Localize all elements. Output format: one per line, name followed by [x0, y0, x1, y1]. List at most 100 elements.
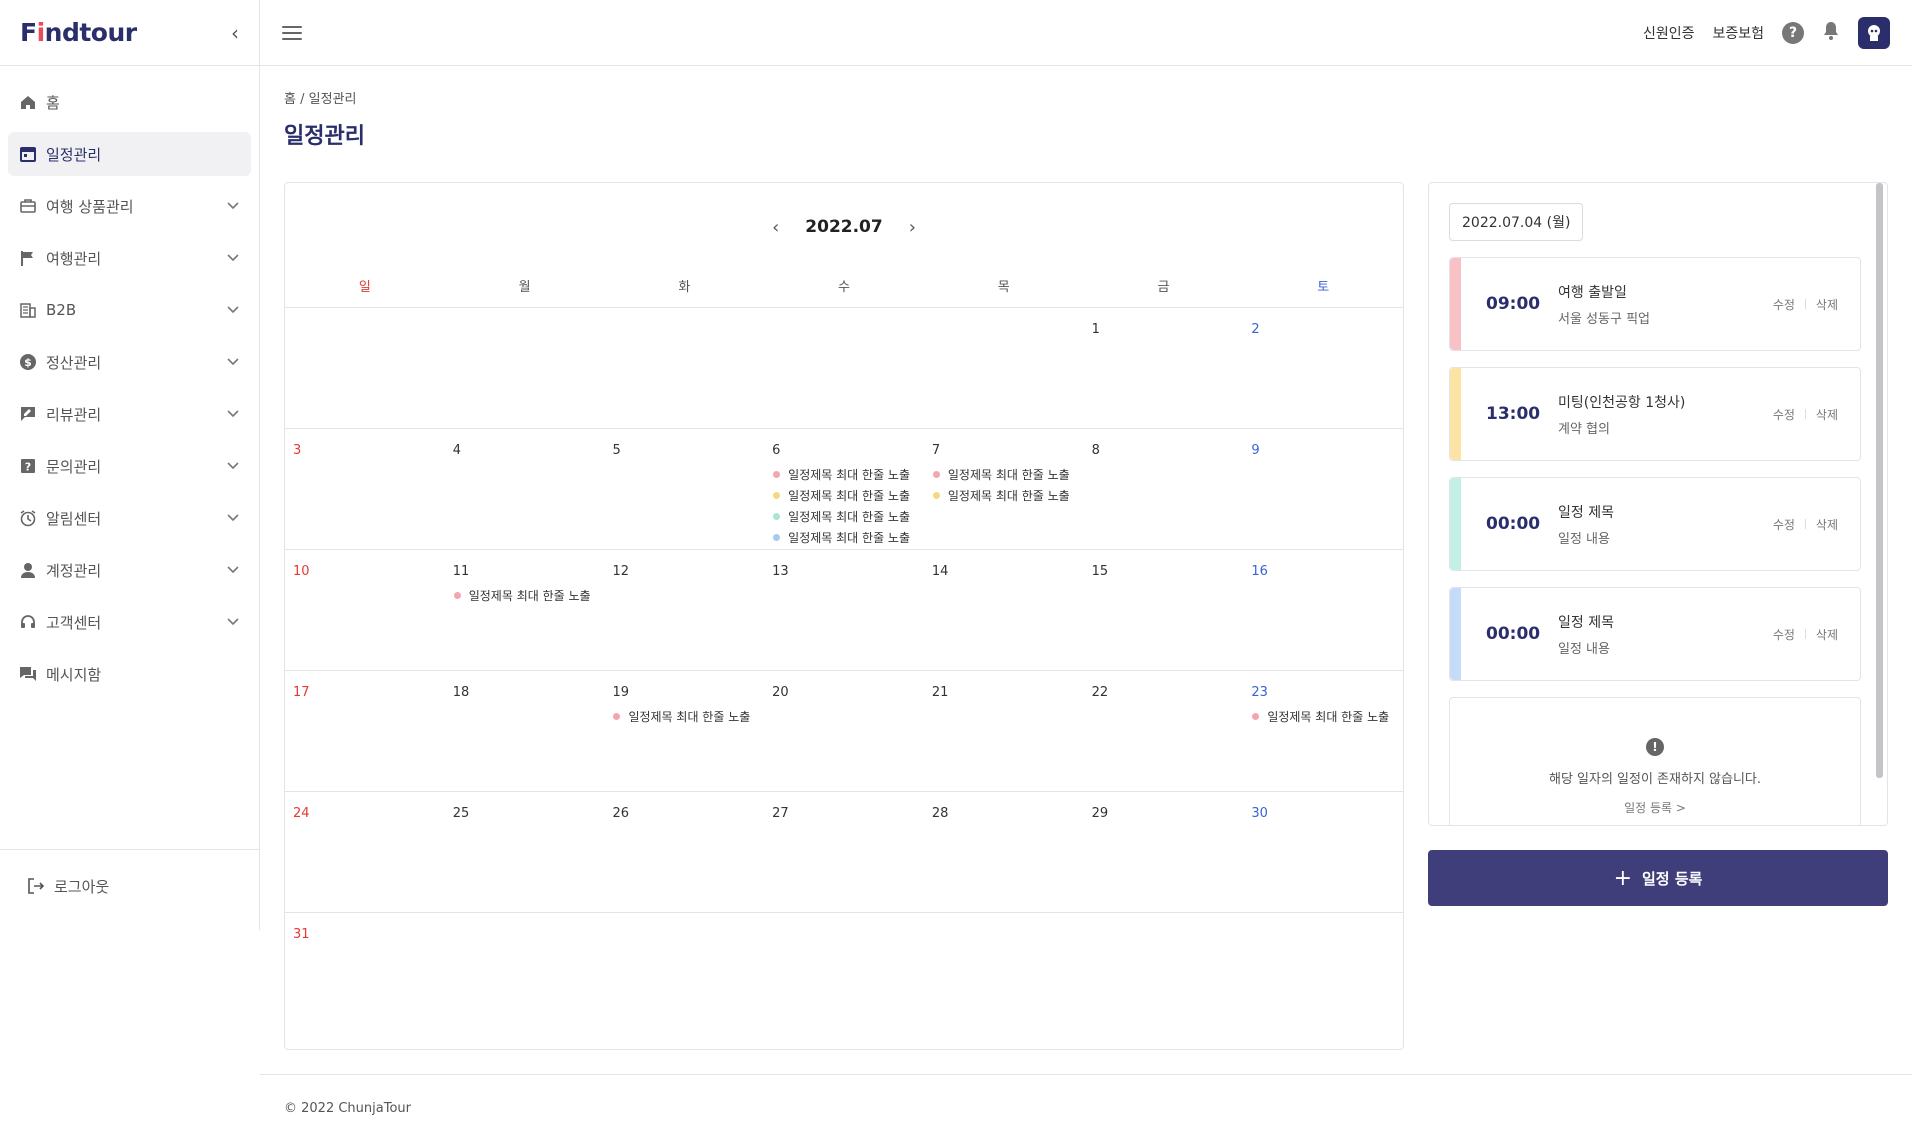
delete-button[interactable]: 삭제 — [1816, 626, 1838, 643]
calendar-day[interactable]: 24 — [285, 792, 445, 912]
edit-button[interactable]: 수정 — [1773, 626, 1795, 643]
calendar-day[interactable]: 6 일정제목 최대 한줄 노출 일정제목 최대 한줄 노출 일정제목 최대 한줄 노출… — [764, 429, 924, 549]
action-divider — [1804, 519, 1806, 529]
logout-button[interactable]: 로그아웃 — [16, 864, 243, 908]
calendar-day[interactable]: 22 — [1084, 671, 1244, 791]
schedule-card[interactable]: 13:00 미팅(인천공항 1청사) 계약 협의 수정 삭제 — [1449, 367, 1861, 461]
calendar-day[interactable]: 9 — [1243, 429, 1403, 549]
calendar-day[interactable]: 28 — [924, 792, 1084, 912]
edit-button[interactable]: 수정 — [1773, 406, 1795, 423]
calendar-day[interactable]: 15 — [1084, 550, 1244, 670]
empty-schedule-register-link[interactable]: 일정 등록 > — [1624, 799, 1686, 816]
chevron-down-icon[interactable] — [225, 303, 241, 318]
guarantee-insurance-link[interactable]: 보증보험 — [1712, 23, 1764, 43]
calendar-day[interactable]: 5 — [604, 429, 764, 549]
collapse-sidebar-icon[interactable]: ‹ — [231, 21, 239, 45]
day-number: 26 — [612, 806, 629, 821]
chevron-down-icon[interactable] — [225, 615, 241, 630]
calendar-day[interactable]: 25 — [445, 792, 605, 912]
calendar-event[interactable]: 일정제목 최대 한줄 노출 — [612, 706, 756, 727]
calendar-day[interactable]: 20 — [764, 671, 924, 791]
chevron-down-icon[interactable] — [225, 511, 241, 526]
sidebar-item-3[interactable]: 여행관리 — [8, 236, 251, 280]
event-title: 일정제목 최대 한줄 노출 — [628, 710, 751, 724]
day-number: 11 — [452, 564, 470, 579]
day-number: 22 — [1091, 685, 1109, 700]
calendar-day[interactable]: 31 — [285, 913, 445, 1034]
sidebar-item-6[interactable]: 리뷰관리 — [8, 392, 251, 436]
schedule-color-bar — [1450, 478, 1461, 570]
bell-icon[interactable] — [1822, 21, 1840, 45]
calendar-event[interactable]: 일정제목 최대 한줄 노출 — [772, 464, 916, 485]
calendar-day[interactable]: 8 — [1084, 429, 1244, 549]
breadcrumb: 홈 / 일정관리 — [284, 88, 356, 107]
calendar-day[interactable]: 23 일정제목 최대 한줄 노출 — [1243, 671, 1403, 791]
sidebar-item-2[interactable]: 여행 상품관리 — [8, 184, 251, 228]
sidebar-nav: 홈일정관리여행 상품관리여행관리 B2B $ 정산관리리뷰관리 ? 문의관리알림센터계정관… — [0, 66, 259, 696]
schedule-card[interactable]: 00:00 일정 제목 일정 내용 수정 삭제 — [1449, 477, 1861, 571]
help-icon[interactable]: ? — [1782, 21, 1804, 44]
sidebar-item-0[interactable]: 홈 — [8, 80, 251, 124]
day-number: 2 — [1251, 322, 1260, 337]
event-dot-icon — [1252, 713, 1260, 720]
calendar-day[interactable]: 14 — [924, 550, 1084, 670]
calendar-day[interactable]: 3 — [285, 429, 445, 549]
chevron-down-icon[interactable] — [225, 251, 241, 266]
calendar-day[interactable]: 13 — [764, 550, 924, 670]
calendar-day[interactable]: 4 — [445, 429, 605, 549]
calendar-event[interactable]: 일정제목 최대 한줄 노출 — [772, 527, 916, 548]
calendar-event[interactable]: 일정제목 최대 한줄 노출 — [932, 464, 1076, 485]
prev-month-icon[interactable]: ‹ — [772, 217, 779, 238]
identity-verification-link[interactable]: 신원인증 — [1643, 23, 1695, 43]
sidebar-item-1[interactable]: 일정관리 — [8, 132, 251, 176]
calendar-day[interactable]: 12 — [604, 550, 764, 670]
chevron-down-icon[interactable] — [225, 563, 241, 578]
sidebar-item-4[interactable]: B2B — [8, 288, 251, 332]
sidebar-item-11[interactable]: 메시지함 — [8, 652, 251, 696]
chevron-down-icon[interactable] — [225, 459, 241, 474]
calendar-day[interactable]: 7 일정제목 최대 한줄 노출 일정제목 최대 한줄 노출 — [924, 429, 1084, 549]
calendar-day[interactable]: 26 — [604, 792, 764, 912]
edit-button[interactable]: 수정 — [1773, 516, 1795, 533]
schedule-card[interactable]: 00:00 일정 제목 일정 내용 수정 삭제 — [1449, 587, 1861, 681]
calendar-event[interactable]: 일정제목 최대 한줄 노출 — [772, 485, 916, 506]
sidebar-item-8[interactable]: 알림센터 — [8, 496, 251, 540]
calendar-day[interactable]: 30 — [1243, 792, 1403, 912]
calendar-day[interactable]: 21 — [924, 671, 1084, 791]
sidebar-item-5[interactable]: $ 정산관리 — [8, 340, 251, 384]
calendar-day[interactable]: 10 — [285, 550, 445, 670]
sidebar-item-7[interactable]: ? 문의관리 — [8, 444, 251, 488]
calendar-event[interactable]: 일정제목 최대 한줄 노출 — [1251, 706, 1395, 727]
findtour-logo[interactable]: Findtour — [20, 18, 137, 47]
calendar-day[interactable]: 27 — [764, 792, 924, 912]
chevron-down-icon[interactable] — [225, 199, 241, 214]
chevron-down-icon[interactable] — [225, 355, 241, 370]
calendar-day[interactable]: 19 일정제목 최대 한줄 노출 — [604, 671, 764, 791]
calendar-day[interactable]: 11 일정제목 최대 한줄 노출 — [445, 550, 605, 670]
delete-button[interactable]: 삭제 — [1816, 406, 1838, 423]
calendar-day[interactable]: 18 — [445, 671, 605, 791]
sidebar-item-9[interactable]: 계정관리 — [8, 548, 251, 592]
chevron-down-icon[interactable] — [225, 407, 241, 422]
event-title: 일정제목 최대 한줄 노출 — [468, 589, 591, 603]
calendar-day[interactable]: 17 — [285, 671, 445, 791]
calendar-event[interactable]: 일정제목 최대 한줄 노출 — [453, 585, 597, 606]
avatar[interactable] — [1858, 16, 1890, 49]
edit-button[interactable]: 수정 — [1773, 296, 1795, 313]
next-month-icon[interactable]: › — [909, 217, 916, 238]
sidebar-item-10[interactable]: 고객센터 — [8, 600, 251, 644]
calendar-event[interactable]: 일정제목 최대 한줄 노출 — [772, 506, 916, 527]
breadcrumb-home[interactable]: 홈 — [284, 92, 296, 107]
add-schedule-button[interactable]: + 일정 등록 — [1428, 850, 1888, 906]
headset-icon — [18, 612, 38, 632]
schedule-card[interactable]: 09:00 여행 출발일 서울 성동구 픽업 수정 삭제 — [1449, 257, 1861, 351]
calendar-event[interactable]: 일정제목 최대 한줄 노출 — [932, 485, 1076, 506]
menu-icon[interactable] — [282, 25, 302, 40]
calendar-day[interactable]: 1 — [1084, 308, 1244, 428]
calendar-day[interactable]: 29 — [1084, 792, 1244, 912]
calendar-day[interactable]: 2 — [1243, 308, 1403, 428]
delete-button[interactable]: 삭제 — [1816, 516, 1838, 533]
schedule-scrollbar[interactable] — [1876, 183, 1883, 778]
delete-button[interactable]: 삭제 — [1816, 296, 1838, 313]
calendar-day[interactable]: 16 — [1243, 550, 1403, 670]
